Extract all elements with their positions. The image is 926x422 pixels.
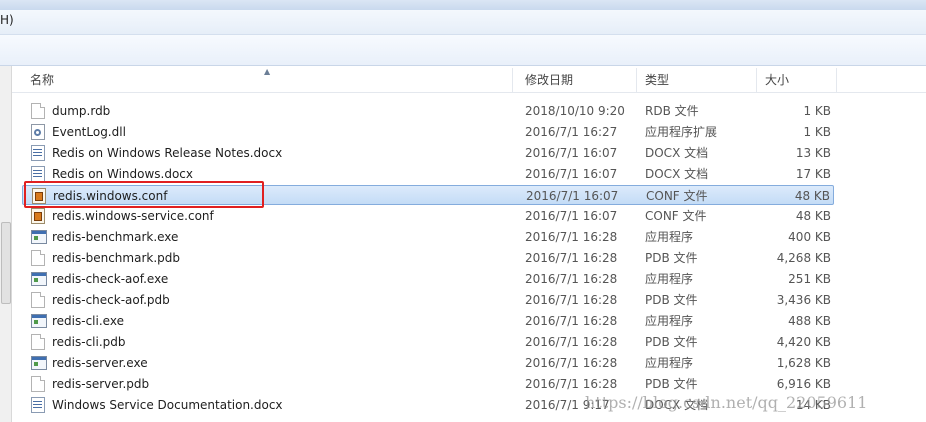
file-name: redis-server.pdb [52, 377, 150, 391]
column-header-type[interactable]: 类型 [637, 68, 757, 92]
dll-file-icon [31, 124, 45, 140]
blank-file-icon [31, 250, 45, 266]
blank-file-icon [31, 103, 45, 119]
column-header-date[interactable]: 修改日期 [517, 68, 637, 92]
column-header-date-label: 修改日期 [525, 73, 574, 87]
file-name: redis-benchmark.exe [52, 230, 179, 244]
file-name: EventLog.dll [52, 125, 126, 139]
scrollbar-thumb[interactable] [1, 222, 11, 304]
file-size: 6,916 KB [776, 377, 831, 391]
column-header-name-label: 名称 [30, 73, 55, 87]
file-type: RDB 文件 [645, 104, 699, 118]
file-type: CONF 文件 [646, 189, 708, 203]
blank-file-icon [31, 292, 45, 308]
docx-file-icon [31, 145, 45, 161]
file-date-modified: 2016/7/1 16:07 [525, 167, 618, 181]
file-name: Redis on Windows Release Notes.docx [52, 146, 283, 160]
file-date-modified: 2018/10/10 9:20 [525, 104, 625, 118]
exe-file-icon [31, 230, 47, 244]
navigation-pane-scrollbar[interactable] [0, 66, 12, 422]
file-row[interactable]: Redis on Windows Release Notes.docx 2016/… [22, 143, 834, 163]
file-date-modified: 2016/7/1 16:28 [525, 377, 618, 391]
file-name: redis-check-aof.pdb [52, 293, 170, 307]
file-type: PDB 文件 [645, 293, 698, 307]
sort-ascending-icon: ▲ [264, 67, 271, 76]
file-date-modified: 2016/7/1 16:28 [525, 356, 618, 370]
menu-bar: H) [0, 10, 926, 35]
file-size: 251 KB [788, 272, 831, 286]
file-type: PDB 文件 [645, 251, 698, 265]
file-date-modified: 2016/7/1 16:28 [525, 335, 618, 349]
file-size: 400 KB [788, 230, 831, 244]
file-row[interactable]: redis-cli.pdb 2016/7/1 16:28 PDB 文件 4,420 K… [22, 332, 834, 352]
file-type: 应用程序 [645, 230, 694, 244]
column-header-row: 名称 ▲ 修改日期 类型 大小 [12, 67, 926, 93]
file-name: redis-cli.pdb [52, 335, 126, 349]
file-row[interactable]: redis-server.exe 2016/7/1 16:28 应用程序 1,628 … [22, 353, 834, 373]
file-size: 3,436 KB [776, 293, 831, 307]
file-row[interactable]: redis-cli.exe 2016/7/1 16:28 应用程序 488 KB [22, 311, 834, 331]
file-date-modified: 2016/7/1 16:28 [525, 272, 618, 286]
file-row[interactable]: dump.rdb 2018/10/10 9:20 RDB 文件 1 KB [22, 101, 834, 121]
file-type: 应用程序 [645, 314, 694, 328]
file-name: redis-benchmark.pdb [52, 251, 180, 265]
file-date-modified: 2016/7/1 16:07 [525, 146, 618, 160]
file-row[interactable]: redis-benchmark.pdb 2016/7/1 16:28 PDB 文件 4… [22, 248, 834, 268]
file-type: 应用程序 [645, 356, 694, 370]
file-name: dump.rdb [52, 104, 111, 118]
file-row[interactable]: redis-benchmark.exe 2016/7/1 16:28 应用程序 400… [22, 227, 834, 247]
file-date-modified: 2016/7/1 16:27 [525, 125, 618, 139]
red-annotation-box [24, 181, 264, 208]
file-size: 1,628 KB [776, 356, 831, 370]
file-type: 应用程序 [645, 272, 694, 286]
file-name: redis-cli.exe [52, 314, 124, 328]
blank-file-icon [31, 376, 45, 392]
file-row[interactable]: EventLog.dll 2016/7/1 16:27 应用程序扩展 1 KB [22, 122, 834, 142]
file-type: PDB 文件 [645, 377, 698, 391]
file-date-modified: 2016/7/1 16:28 [525, 230, 618, 244]
file-date-modified: 2016/7/1 16:28 [525, 293, 618, 307]
file-size: 4,420 KB [776, 335, 831, 349]
file-row[interactable]: redis-check-aof.pdb 2016/7/1 16:28 PDB 文件 3… [22, 290, 834, 310]
file-type: DOCX 文档 [645, 146, 709, 160]
file-date-modified: 2016/7/1 16:28 [525, 251, 618, 265]
docx-file-icon [31, 397, 45, 413]
file-name: redis-server.exe [52, 356, 148, 370]
file-name: Windows Service Documentation.docx [52, 398, 283, 412]
file-name: redis.windows-service.conf [52, 209, 214, 223]
menu-item-help[interactable]: H) [0, 13, 14, 27]
file-size: 488 KB [788, 314, 831, 328]
file-date-modified: 2016/7/1 16:28 [525, 314, 618, 328]
file-size: 17 KB [795, 167, 831, 181]
conf-file-icon [31, 208, 45, 224]
file-type: PDB 文件 [645, 335, 698, 349]
file-type: DOCX 文档 [645, 167, 709, 181]
blank-file-icon [31, 334, 45, 350]
file-row[interactable]: redis-check-aof.exe 2016/7/1 16:28 应用程序 251… [22, 269, 834, 289]
column-header-size[interactable]: 大小 [757, 68, 837, 92]
file-date-modified: 2016/7/1 16:07 [526, 189, 619, 203]
window-title-bar [0, 0, 926, 10]
exe-file-icon [31, 272, 47, 286]
column-header-type-label: 类型 [645, 73, 670, 87]
file-type: 应用程序扩展 [645, 125, 718, 139]
file-size: 1 KB [803, 104, 831, 118]
file-date-modified: 2016/7/1 16:07 [525, 209, 618, 223]
file-size: 4,268 KB [776, 251, 831, 265]
file-size: 48 KB [795, 209, 831, 223]
file-size: 13 KB [795, 146, 831, 160]
file-size: 48 KB [794, 189, 830, 203]
file-size: 1 KB [803, 125, 831, 139]
file-name: redis-check-aof.exe [52, 272, 169, 286]
file-row[interactable]: redis.windows-service.conf 2016/7/1 16:07… [22, 206, 834, 226]
watermark: https://blog.csdn.net/qq_22059611 [585, 393, 868, 412]
toolbar [0, 35, 926, 66]
column-header-size-label: 大小 [765, 73, 790, 87]
exe-file-icon [31, 314, 47, 328]
exe-file-icon [31, 356, 47, 370]
file-type: CONF 文件 [645, 209, 707, 223]
docx-file-icon [31, 166, 45, 182]
file-row[interactable]: redis-server.pdb 2016/7/1 16:28 PDB 文件 6,91… [22, 374, 834, 394]
